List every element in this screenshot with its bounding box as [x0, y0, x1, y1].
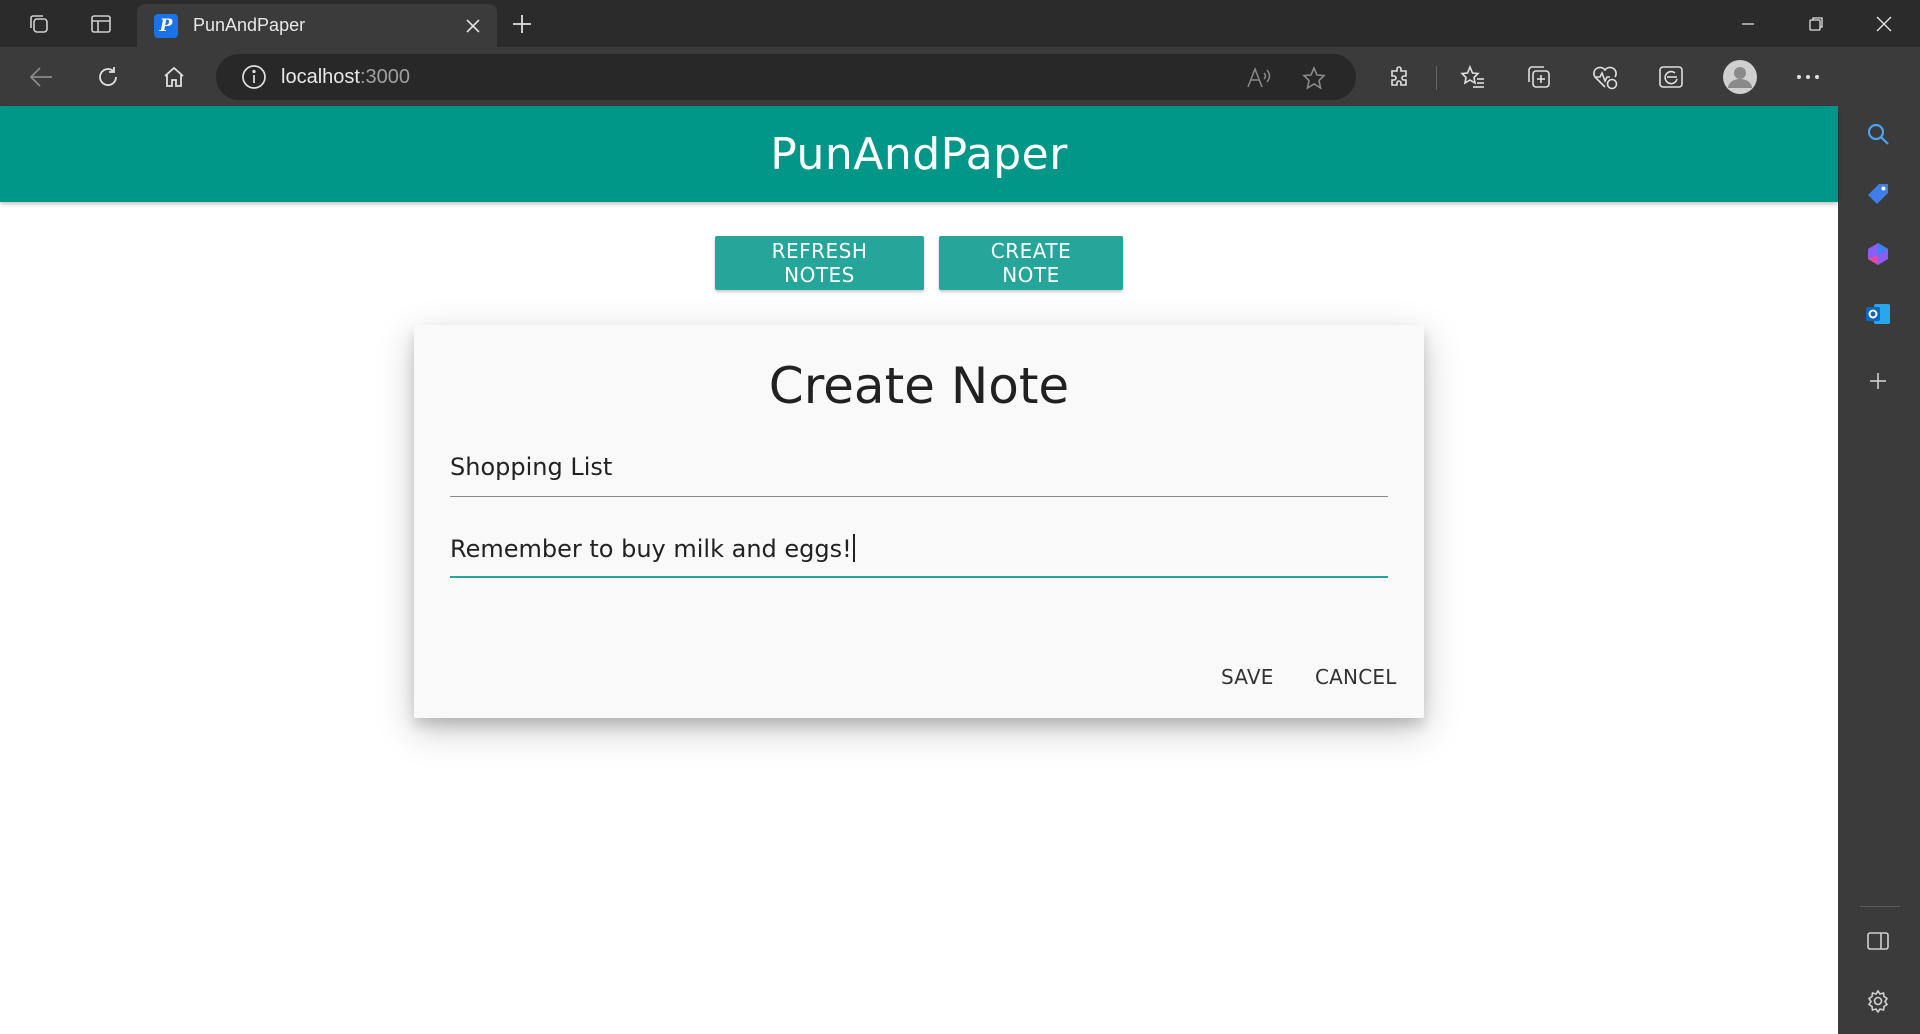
- app-title: PunAndPaper: [770, 128, 1068, 180]
- edge-sidebar: [1838, 47, 1920, 1034]
- sidebar-shopping-icon[interactable]: [1855, 171, 1901, 217]
- active-tab[interactable]: P PunAndPaper: [137, 4, 497, 47]
- tab-title: PunAndPaper: [193, 15, 306, 35]
- url-text: localhost:3000: [281, 66, 410, 89]
- dialog-title: Create Note: [768, 357, 1070, 415]
- sidebar-divider: [1860, 906, 1900, 907]
- new-tab-icon[interactable]: [498, 7, 546, 41]
- back-icon[interactable]: [18, 54, 64, 100]
- browser-toolbar: localhost:3000: [0, 47, 1920, 106]
- favorites-icon[interactable]: [1450, 54, 1496, 100]
- sidebar-add-icon[interactable]: [1855, 358, 1901, 404]
- close-window-icon[interactable]: [1850, 0, 1918, 47]
- vertical-tabs-icon[interactable]: [77, 7, 125, 41]
- toolbar-separator: [1436, 66, 1437, 90]
- note-title-input[interactable]: Shopping List: [450, 443, 1388, 497]
- note-body-value: Remember to buy milk and eggs!: [450, 535, 852, 563]
- text-cursor: [852, 534, 855, 562]
- address-bar[interactable]: localhost:3000: [216, 54, 1356, 100]
- sidebar-settings-icon[interactable]: [1855, 978, 1901, 1024]
- performance-icon[interactable]: [1648, 54, 1694, 100]
- more-options-icon[interactable]: [1785, 54, 1831, 100]
- app-favicon-icon: P: [154, 13, 178, 38]
- sidebar-search-icon[interactable]: [1855, 111, 1901, 157]
- collections-icon[interactable]: [1516, 54, 1562, 100]
- site-info-icon[interactable]: [241, 64, 267, 90]
- cancel-button[interactable]: CANCEL: [1315, 665, 1397, 689]
- restore-icon[interactable]: [1782, 0, 1850, 47]
- close-tab-icon[interactable]: [457, 10, 489, 42]
- browser-essentials-icon[interactable]: [1582, 54, 1628, 100]
- create-note-button[interactable]: CREATE NOTE: [939, 236, 1123, 290]
- profile-avatar-icon[interactable]: [1717, 54, 1763, 100]
- note-title-value: Shopping List: [450, 453, 613, 481]
- create-note-dialog: Create Note Shopping List Remember to bu…: [414, 325, 1424, 718]
- app-header: PunAndPaper: [0, 106, 1838, 202]
- workspaces-icon[interactable]: [15, 7, 63, 41]
- hide-sidebar-icon[interactable]: [1855, 918, 1901, 964]
- minimize-icon[interactable]: [1714, 0, 1782, 47]
- home-icon[interactable]: [151, 54, 197, 100]
- favorite-star-icon[interactable]: [1297, 61, 1331, 95]
- url-host: localhost: [281, 65, 360, 88]
- sidebar-copilot-icon[interactable]: [1855, 231, 1901, 277]
- page-content: PunAndPaper REFRESH NOTES CREATE NOTE Cr…: [0, 106, 1838, 1034]
- refresh-notes-button[interactable]: REFRESH NOTES: [715, 236, 924, 290]
- tab-strip: P PunAndPaper: [0, 0, 1920, 47]
- extensions-icon[interactable]: [1377, 54, 1423, 100]
- note-body-input[interactable]: Remember to buy milk and eggs!: [450, 524, 1388, 578]
- save-button[interactable]: SAVE: [1221, 665, 1274, 689]
- sidebar-outlook-icon[interactable]: [1855, 291, 1901, 337]
- action-bar: REFRESH NOTES CREATE NOTE: [0, 236, 1838, 290]
- read-aloud-icon[interactable]: [1242, 61, 1276, 95]
- url-port: :3000: [359, 65, 410, 88]
- refresh-icon[interactable]: [85, 54, 131, 100]
